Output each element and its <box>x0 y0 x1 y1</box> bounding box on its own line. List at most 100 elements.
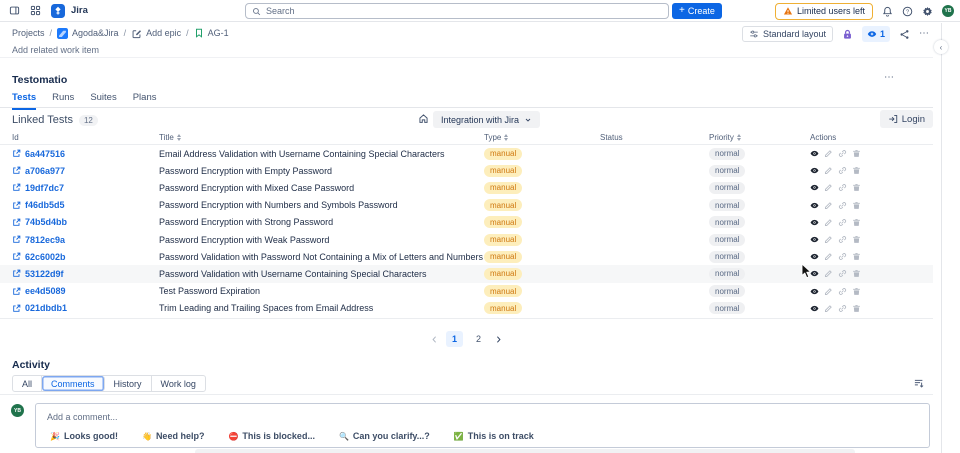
test-row[interactable]: 62c6002b Password Validation with Passwo… <box>0 248 933 265</box>
quick-reply-button[interactable]: ⛔ This is blocked... <box>228 431 315 441</box>
test-id-link[interactable]: 62c6002b <box>25 252 66 262</box>
sidebar-toggle-button[interactable] <box>9 5 20 16</box>
edit-test-button[interactable] <box>824 269 833 278</box>
quick-reply-button[interactable]: ✅ This is on track <box>454 431 534 441</box>
testomatio-tab[interactable]: Plans <box>133 92 157 107</box>
testomatio-more-button[interactable]: ⋯ <box>884 73 895 83</box>
edit-test-button[interactable] <box>824 201 833 210</box>
test-id-link[interactable]: 74b5d4bb <box>25 217 67 227</box>
column-header-title[interactable]: Title <box>159 133 484 142</box>
watchers-button[interactable]: 1 <box>861 26 890 42</box>
unlink-test-button[interactable] <box>838 149 847 158</box>
edit-test-button[interactable] <box>824 166 833 175</box>
test-id-link[interactable]: 19df7dc7 <box>25 183 64 193</box>
activity-tab[interactable]: History <box>105 376 152 391</box>
collapse-panel-button[interactable]: ‹ <box>934 40 948 54</box>
app-switcher-button[interactable] <box>30 5 41 16</box>
delete-test-button[interactable] <box>852 149 861 158</box>
notifications-button[interactable] <box>882 6 893 17</box>
issue-more-button[interactable]: ⋯ <box>919 29 930 39</box>
activity-tab[interactable]: Comments <box>42 376 105 391</box>
unlink-test-button[interactable] <box>838 166 847 175</box>
search-input[interactable]: Search <box>245 3 669 19</box>
unlink-test-button[interactable] <box>838 201 847 210</box>
column-header-status[interactable]: Status <box>600 133 709 142</box>
project-selector-dropdown[interactable]: Integration with Jira <box>433 111 541 128</box>
settings-button[interactable] <box>922 6 933 17</box>
view-test-button[interactable] <box>810 252 819 261</box>
test-row[interactable]: f46db5d5 Password Encryption with Number… <box>0 197 933 214</box>
activity-tab[interactable]: Work log <box>152 376 205 391</box>
test-id-link[interactable]: a706a977 <box>25 166 65 176</box>
edit-test-button[interactable] <box>824 235 833 244</box>
view-test-button[interactable] <box>810 287 819 296</box>
view-test-button[interactable] <box>810 269 819 278</box>
share-button[interactable] <box>899 29 910 40</box>
breadcrumb-issue[interactable]: AG-1 <box>194 28 229 38</box>
delete-test-button[interactable] <box>852 269 861 278</box>
delete-test-button[interactable] <box>852 201 861 210</box>
create-button[interactable]: + Create <box>672 3 722 19</box>
view-test-button[interactable] <box>810 183 819 192</box>
test-row[interactable]: 19df7dc7 Password Encryption with Mixed … <box>0 179 933 196</box>
test-id-link[interactable]: 021dbdb1 <box>25 303 67 313</box>
test-id-link[interactable]: f46db5d5 <box>25 200 65 210</box>
view-test-button[interactable] <box>810 304 819 313</box>
delete-test-button[interactable] <box>852 252 861 261</box>
testomatio-tab[interactable]: Suites <box>90 92 116 107</box>
breadcrumb-epic[interactable]: Add epic <box>131 28 181 39</box>
delete-test-button[interactable] <box>852 304 861 313</box>
add-related-work-item[interactable]: Add related work item <box>12 45 99 55</box>
test-id-link[interactable]: ee4d5089 <box>25 286 66 296</box>
activity-tab[interactable]: All <box>13 376 43 391</box>
testomatio-tab[interactable]: Runs <box>52 92 74 107</box>
column-header-priority[interactable]: Priority <box>709 133 810 142</box>
delete-test-button[interactable] <box>852 287 861 296</box>
page-button[interactable]: 2 <box>470 331 487 347</box>
unlink-test-button[interactable] <box>838 304 847 313</box>
edit-test-button[interactable] <box>824 304 833 313</box>
previous-page-button[interactable] <box>430 335 439 344</box>
quick-reply-button[interactable]: 🔍 Can you clarify...? <box>339 431 430 441</box>
edit-test-button[interactable] <box>824 149 833 158</box>
column-header-id[interactable]: Id <box>12 133 159 142</box>
view-test-button[interactable] <box>810 166 819 175</box>
view-test-button[interactable] <box>810 201 819 210</box>
sort-comments-button[interactable] <box>913 377 925 392</box>
quick-reply-button[interactable]: 🎉 Looks good! <box>50 431 118 441</box>
edit-test-button[interactable] <box>824 252 833 261</box>
test-row[interactable]: 74b5d4bb Password Encryption with Strong… <box>0 214 933 231</box>
test-row[interactable]: 7812ec9a Password Encryption with Weak P… <box>0 231 933 248</box>
quick-reply-button[interactable]: 👋 Need help? <box>142 431 204 441</box>
breadcrumb-project[interactable]: Agoda&Jira <box>57 27 119 39</box>
test-row[interactable]: 021dbdb1 Trim Leading and Trailing Space… <box>0 300 933 317</box>
unlink-test-button[interactable] <box>838 218 847 227</box>
view-test-button[interactable] <box>810 218 819 227</box>
page-button[interactable]: 1 <box>446 331 463 347</box>
delete-test-button[interactable] <box>852 218 861 227</box>
unlink-test-button[interactable] <box>838 183 847 192</box>
test-row[interactable]: 6a447516 Email Address Validation with U… <box>0 145 933 162</box>
delete-test-button[interactable] <box>852 235 861 244</box>
view-test-button[interactable] <box>810 149 819 158</box>
edit-test-button[interactable] <box>824 218 833 227</box>
test-row[interactable]: 53122d9f Password Validation with Userna… <box>0 265 933 283</box>
edit-test-button[interactable] <box>824 183 833 192</box>
test-id-link[interactable]: 7812ec9a <box>25 235 65 245</box>
next-page-button[interactable] <box>494 335 503 344</box>
unlink-test-button[interactable] <box>838 235 847 244</box>
lock-button[interactable] <box>842 29 853 40</box>
limited-users-button[interactable]: Limited users left <box>774 2 873 20</box>
column-header-type[interactable]: Type <box>484 133 600 142</box>
test-id-link[interactable]: 53122d9f <box>25 269 64 279</box>
comment-box[interactable]: Add a comment... 🎉 Looks good! 👋 Need he… <box>35 403 930 448</box>
delete-test-button[interactable] <box>852 183 861 192</box>
project-home-button[interactable] <box>418 113 429 124</box>
help-button[interactable]: ? <box>902 6 913 17</box>
unlink-test-button[interactable] <box>838 287 847 296</box>
delete-test-button[interactable] <box>852 166 861 175</box>
test-row[interactable]: a706a977 Password Encryption with Empty … <box>0 162 933 179</box>
test-row[interactable]: ee4d5089 Test Password Expiration manual… <box>0 283 933 300</box>
jira-home-button[interactable]: Jira <box>51 3 88 18</box>
breadcrumb-projects[interactable]: Projects <box>12 28 45 38</box>
